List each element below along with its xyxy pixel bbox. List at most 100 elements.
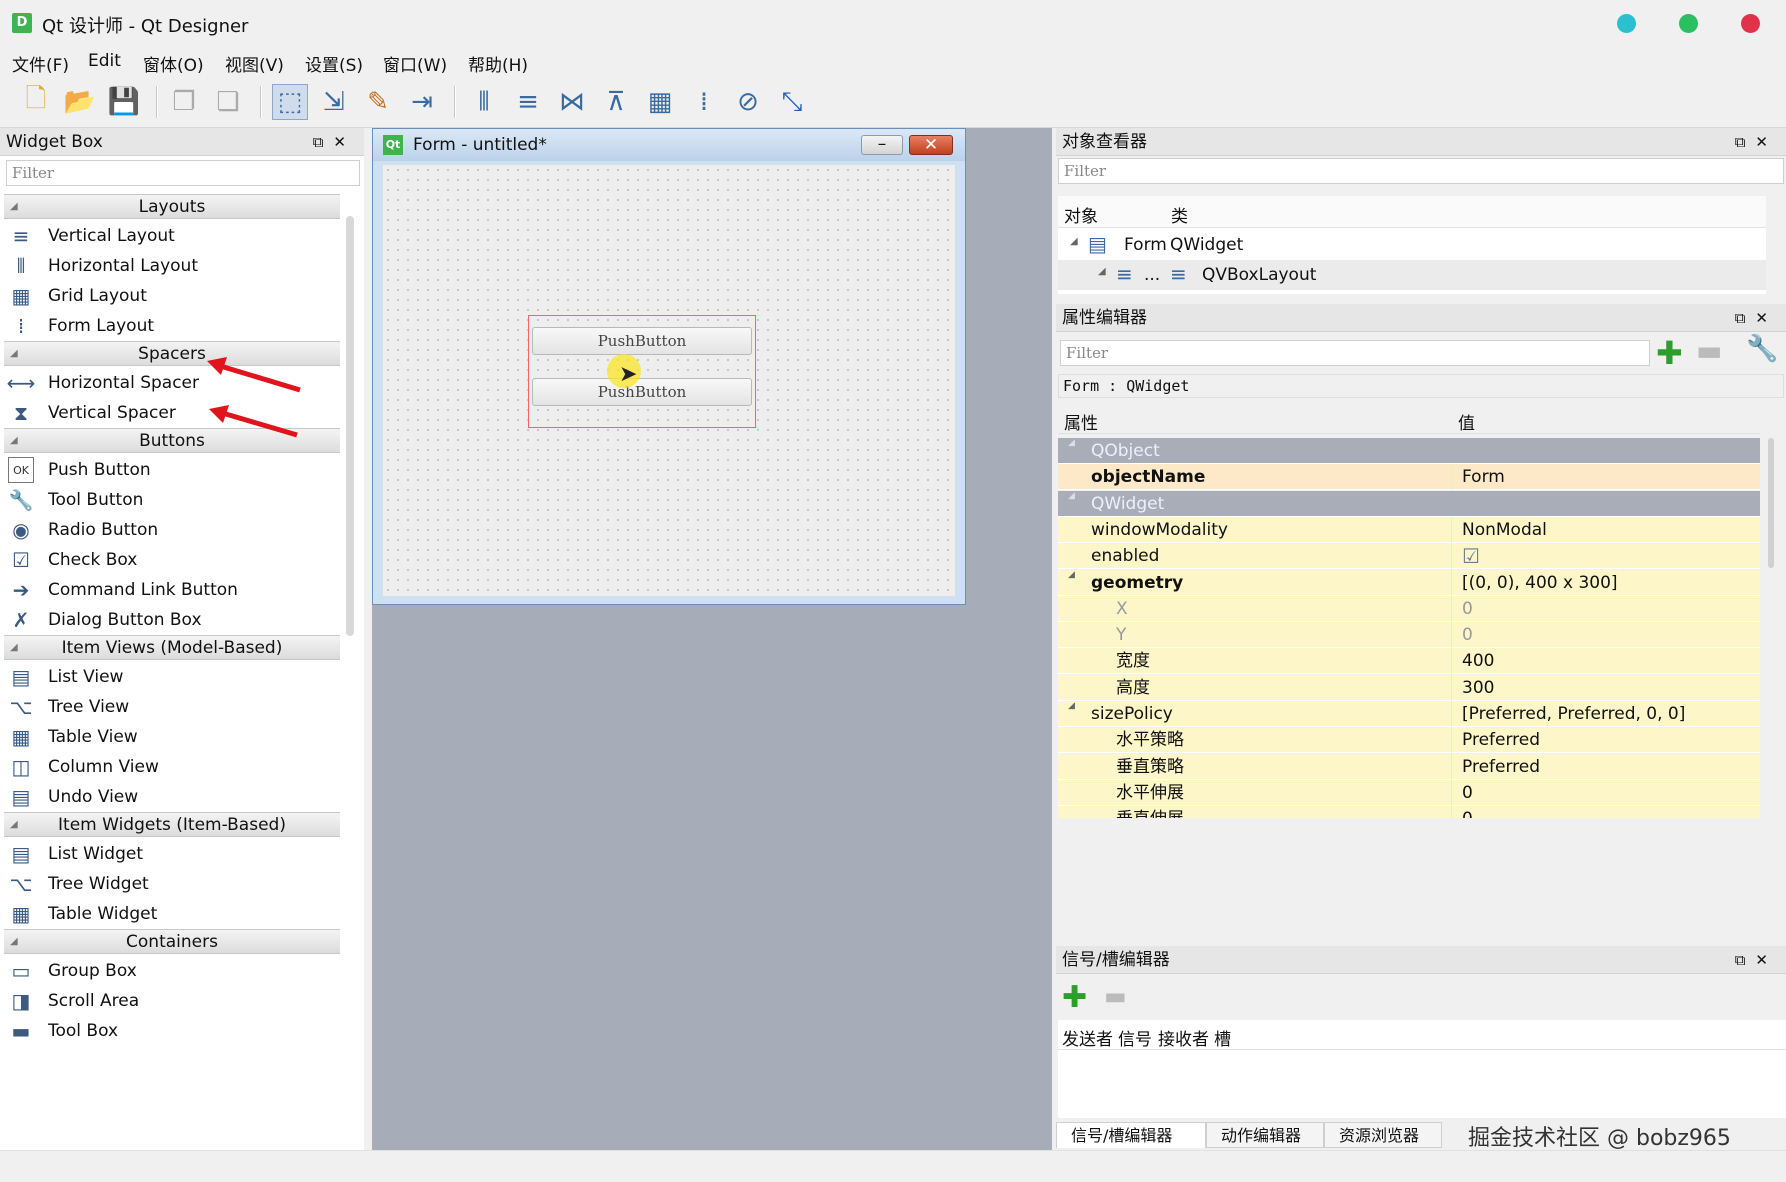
- col-value[interactable]: 值: [1458, 409, 1475, 434]
- widget-item[interactable]: ▤ List View: [8, 662, 124, 692]
- close-button[interactable]: [1741, 14, 1760, 33]
- property-row[interactable]: 宽度 400: [1058, 648, 1760, 675]
- menu-settings[interactable]: 设置(S): [305, 51, 363, 76]
- property-row[interactable]: objectName Form: [1058, 464, 1760, 491]
- dock-buttons[interactable]: ⧉✕: [1735, 304, 1778, 332]
- new-file-icon[interactable]: 🗋: [18, 84, 54, 120]
- form-minimize-button[interactable]: –: [861, 135, 903, 155]
- widget-item[interactable]: ▬ Tool Box: [8, 1016, 118, 1046]
- maximize-button[interactable]: [1679, 14, 1698, 33]
- vertical-layout-box[interactable]: PushButton PushButton ➤: [528, 315, 756, 428]
- minimize-button[interactable]: [1617, 14, 1636, 33]
- widget-item[interactable]: ▤ List Widget: [8, 839, 143, 869]
- form-canvas[interactable]: PushButton PushButton ➤: [383, 165, 955, 596]
- tab-signal-slot[interactable]: 信号/槽编辑器: [1056, 1122, 1206, 1148]
- adjust-size-icon[interactable]: ⤡: [774, 84, 810, 120]
- form-window[interactable]: Qt Form - untitled* – ✕ PushButton PushB…: [372, 128, 966, 605]
- property-row[interactable]: 高度 300: [1058, 674, 1760, 701]
- property-row[interactable]: X0: [1058, 595, 1760, 622]
- widget-item[interactable]: ▦ Grid Layout: [8, 281, 147, 311]
- menu-window[interactable]: 窗口(W): [383, 51, 447, 76]
- edit-buddies-icon[interactable]: ✎: [360, 84, 396, 120]
- widget-item[interactable]: ☑ Check Box: [8, 545, 137, 575]
- paste-icon[interactable]: ❏: [210, 84, 246, 120]
- configure-icon[interactable]: 🔧: [1746, 334, 1778, 364]
- property-row[interactable]: windowModality NonModal: [1058, 516, 1760, 543]
- form-close-button[interactable]: ✕: [909, 135, 953, 155]
- property-row[interactable]: enabled ☑: [1058, 543, 1760, 570]
- layout-form-icon[interactable]: ⁞: [686, 84, 722, 120]
- widget-item[interactable]: ⧗ Vertical Spacer: [8, 398, 176, 428]
- remove-property-icon[interactable]: ▬: [1696, 334, 1722, 367]
- widget-filter-input[interactable]: Filter: [6, 160, 360, 186]
- layout-vertical-icon[interactable]: ≡: [510, 84, 546, 120]
- widget-item[interactable]: ≡ Vertical Layout: [8, 221, 175, 251]
- widget-item[interactable]: ➔ Command Link Button: [8, 575, 238, 605]
- widget-item[interactable]: ⦀ Horizontal Layout: [8, 251, 198, 281]
- widget-item[interactable]: ◫ Column View: [8, 752, 159, 782]
- widget-item[interactable]: ▤ Undo View: [8, 782, 139, 812]
- property-row[interactable]: 垂直策略 Preferred: [1058, 753, 1760, 780]
- push-button-2[interactable]: PushButton: [532, 378, 752, 406]
- widget-item[interactable]: ▦ Table Widget: [8, 899, 158, 929]
- layout-h-splitter-icon[interactable]: ⋈: [554, 84, 590, 120]
- widget-list-scrollbar[interactable]: [346, 216, 354, 636]
- widget-item[interactable]: ◉ Radio Button: [8, 515, 158, 545]
- add-property-icon[interactable]: ✚: [1656, 334, 1683, 372]
- widget-item[interactable]: ⌥ Tree View: [8, 692, 129, 722]
- property-row[interactable]: ◢ sizePolicy [Preferred, Preferred, 0, 0]: [1058, 701, 1760, 727]
- layout-v-splitter-icon[interactable]: ⊼: [598, 84, 634, 120]
- widget-item[interactable]: OK Push Button: [8, 455, 151, 485]
- property-row[interactable]: ◢ QWidget: [1058, 490, 1760, 517]
- category-header[interactable]: ◢ Layouts: [4, 194, 340, 219]
- menu-form[interactable]: 窗体(O): [143, 51, 204, 76]
- menu-view[interactable]: 视图(V): [225, 51, 284, 76]
- layout-grid-icon[interactable]: ▦: [642, 84, 678, 120]
- col-signal[interactable]: 信号: [1118, 1025, 1152, 1050]
- widget-item[interactable]: ⁞ Form Layout: [8, 311, 154, 341]
- open-folder-icon[interactable]: 📂: [62, 84, 98, 120]
- menu-help[interactable]: 帮助(H): [468, 51, 528, 76]
- menu-file[interactable]: 文件(F): [12, 51, 69, 76]
- col-receiver[interactable]: 接收者: [1158, 1025, 1209, 1050]
- category-header[interactable]: ◢ Item Widgets (Item-Based): [4, 812, 340, 837]
- property-filter-input[interactable]: Filter: [1060, 340, 1650, 366]
- object-tree[interactable]: 对象 类 ◢ ▤ Form QWidget ◢ ≡ ... ≡ QVBoxLay…: [1058, 196, 1766, 294]
- edit-widgets-icon[interactable]: ⬚: [272, 84, 308, 120]
- tree-row-form[interactable]: ◢ ▤ Form QWidget: [1058, 230, 1766, 260]
- property-row[interactable]: ◢ QObject: [1058, 438, 1760, 464]
- property-row[interactable]: 垂直伸展0: [1058, 806, 1760, 818]
- col-property[interactable]: 属性: [1064, 409, 1098, 434]
- dock-buttons[interactable]: ⧉✕: [313, 128, 356, 156]
- push-button-1[interactable]: PushButton: [532, 327, 752, 355]
- col-object[interactable]: 对象: [1064, 202, 1098, 227]
- property-row[interactable]: Y0: [1058, 622, 1760, 649]
- tab-resource-browser[interactable]: 资源浏览器: [1324, 1122, 1442, 1148]
- break-layout-icon[interactable]: ⊘: [730, 84, 766, 120]
- category-header[interactable]: ◢ Item Views (Model-Based): [4, 635, 340, 660]
- property-scrollbar[interactable]: [1768, 438, 1774, 568]
- widget-item[interactable]: ◨ Scroll Area: [8, 986, 140, 1016]
- widget-item[interactable]: 🔧 Tool Button: [8, 485, 144, 515]
- remove-connection-icon[interactable]: ▬: [1104, 982, 1127, 1010]
- edit-signals-icon[interactable]: ⇲: [316, 84, 352, 120]
- property-row[interactable]: 水平伸展 0: [1058, 779, 1760, 806]
- save-icon[interactable]: 💾: [106, 84, 142, 120]
- tree-row-layout[interactable]: ◢ ≡ ... ≡ QVBoxLayout: [1058, 260, 1766, 290]
- widget-item[interactable]: ⌥ Tree Widget: [8, 869, 148, 899]
- widget-item[interactable]: ▦ Table View: [8, 722, 138, 752]
- edit-tab-order-icon[interactable]: ⇥: [404, 84, 440, 120]
- widget-item[interactable]: ✗ Dialog Button Box: [8, 605, 202, 635]
- widget-item[interactable]: ▭ Group Box: [8, 956, 137, 986]
- widget-item[interactable]: ⟷ Horizontal Spacer: [7, 368, 199, 398]
- layout-horizontal-icon[interactable]: ⦀: [466, 84, 502, 120]
- connection-table[interactable]: 发送者 信号 接收者 槽: [1058, 1020, 1786, 1118]
- dock-buttons[interactable]: ⧉✕: [1735, 128, 1778, 156]
- col-slot[interactable]: 槽: [1214, 1025, 1231, 1050]
- col-class[interactable]: 类: [1171, 202, 1188, 227]
- tab-action-editor[interactable]: 动作编辑器: [1206, 1122, 1324, 1148]
- add-connection-icon[interactable]: ✚: [1062, 980, 1087, 1015]
- dock-buttons[interactable]: ⧉✕: [1735, 946, 1778, 974]
- property-row[interactable]: ◢ geometry [(0, 0), 400 x 300]: [1058, 569, 1760, 596]
- col-sender[interactable]: 发送者: [1062, 1025, 1113, 1050]
